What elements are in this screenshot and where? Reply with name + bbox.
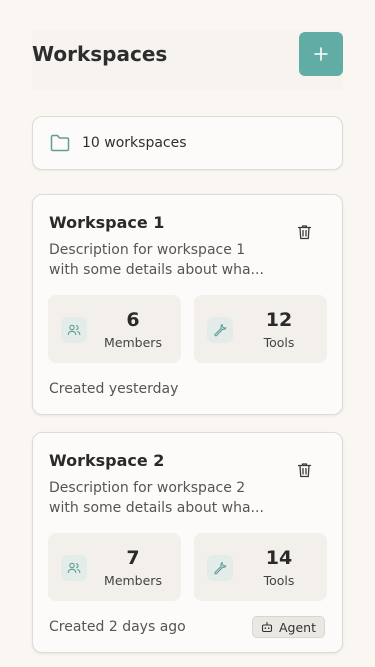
workspace-title: Workspace 2	[49, 451, 165, 470]
tools-count: 14	[265, 547, 293, 569]
agent-badge: Agent	[252, 616, 325, 638]
created-date: Created yesterday	[49, 381, 179, 397]
folder-icon	[50, 134, 70, 152]
users-icon	[61, 555, 87, 581]
workspace-count-card: 10 workspaces	[32, 116, 343, 170]
workspace-description: Description for workspace 1 with some de…	[49, 242, 264, 278]
add-workspace-button[interactable]	[299, 32, 343, 76]
wrench-icon	[207, 317, 233, 343]
wrench-icon	[207, 555, 233, 581]
workspace-card[interactable]: Workspace 2 Description for workspace 2 …	[32, 432, 343, 653]
tools-count: 12	[265, 309, 293, 331]
tools-stat: 14 Tools	[194, 533, 327, 601]
workspaces-page: Workspaces 10 workspaces Workspace 1 Des…	[0, 0, 375, 667]
plus-icon	[314, 47, 328, 61]
agent-badge-label: Agent	[279, 619, 316, 635]
members-count: 7	[126, 547, 140, 569]
trash-icon	[297, 225, 311, 240]
bot-icon	[261, 621, 273, 633]
delete-workspace-button[interactable]	[293, 459, 315, 481]
members-stat: 7 Members	[48, 533, 181, 601]
page-title: Workspaces	[32, 42, 168, 66]
workspace-title: Workspace 1	[49, 213, 165, 232]
members-label: Members	[104, 335, 162, 350]
members-count: 6	[126, 309, 140, 331]
trash-icon	[297, 463, 311, 478]
tools-stat: 12 Tools	[194, 295, 327, 363]
tools-label: Tools	[263, 573, 295, 588]
page-header: Workspaces	[32, 30, 343, 90]
tools-label: Tools	[263, 335, 295, 350]
users-icon	[61, 317, 87, 343]
workspace-card[interactable]: Workspace 1 Description for workspace 1 …	[32, 194, 343, 415]
created-date: Created 2 days ago	[49, 619, 186, 635]
members-stat: 6 Members	[48, 295, 181, 363]
delete-workspace-button[interactable]	[293, 221, 315, 243]
members-label: Members	[104, 573, 162, 588]
workspace-description: Description for workspace 2 with some de…	[49, 480, 264, 516]
workspace-count: 10 workspaces	[82, 135, 187, 151]
